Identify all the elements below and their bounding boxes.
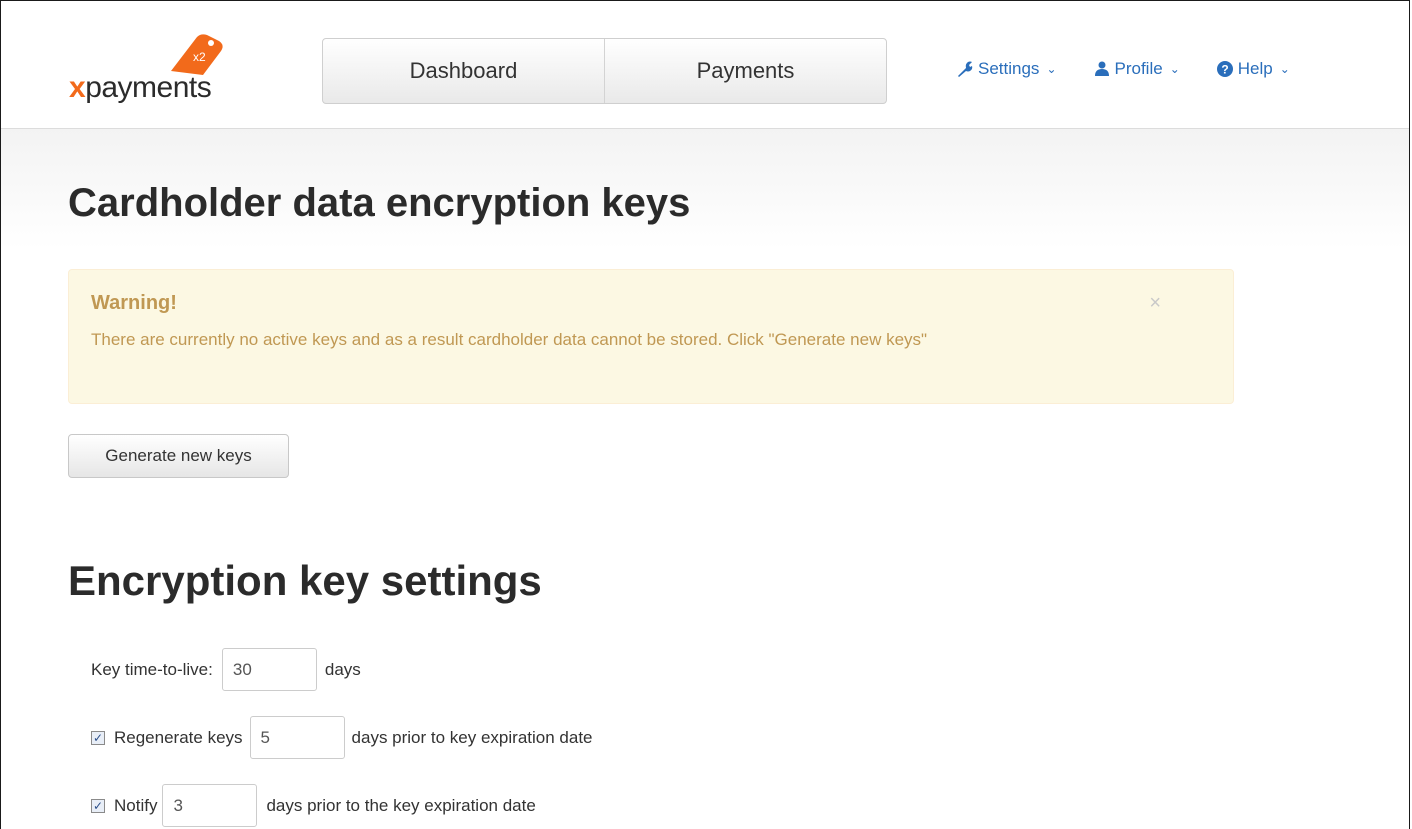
wrench-icon bbox=[958, 61, 973, 77]
logo-tag-text: x2 bbox=[193, 50, 206, 64]
regen-checkbox[interactable]: ✓ bbox=[91, 730, 105, 745]
chevron-down-icon: ⌄ bbox=[1169, 62, 1180, 76]
alert-message: There are currently no active keys and a… bbox=[91, 330, 928, 349]
profile-menu[interactable]: Profile ⌄ bbox=[1093, 59, 1180, 79]
top-header: x2 xpayments Dashboard Payments Settings… bbox=[1, 1, 1409, 129]
main-nav: Dashboard Payments bbox=[322, 38, 887, 104]
logo-x: x bbox=[69, 71, 86, 104]
regen-label: Regenerate keys bbox=[114, 727, 243, 747]
notify-row: ✓ Notify 3 days prior to the key expirat… bbox=[91, 784, 536, 827]
regen-row: ✓ Regenerate keys 5 days prior to key ex… bbox=[91, 716, 593, 759]
tab-payments[interactable]: Payments bbox=[604, 39, 886, 103]
generate-keys-button[interactable]: Generate new keys bbox=[68, 434, 289, 478]
ttl-input[interactable]: 30 bbox=[221, 648, 317, 691]
logo-text: xpayments bbox=[69, 71, 212, 105]
help-label: Help bbox=[1237, 59, 1273, 78]
xpayments-logo[interactable]: x2 xpayments bbox=[67, 31, 267, 111]
main-content: Cardholder data encryption keys Warning!… bbox=[1, 129, 1409, 829]
user-icon bbox=[1094, 61, 1109, 76]
settings-label: Settings bbox=[978, 59, 1040, 78]
alert-title: Warning! bbox=[91, 292, 177, 314]
warning-alert: Warning! There are currently no active k… bbox=[68, 269, 1234, 404]
ttl-unit: days bbox=[324, 659, 361, 679]
tab-dashboard[interactable]: Dashboard bbox=[323, 39, 604, 103]
chevron-down-icon: ⌄ bbox=[1279, 62, 1290, 76]
notify-checkbox[interactable]: ✓ bbox=[91, 798, 105, 813]
regen-suffix: days prior to key expiration date bbox=[351, 727, 593, 747]
notify-label: Notify bbox=[114, 795, 158, 815]
page-title: Cardholder data encryption keys bbox=[68, 181, 691, 225]
svg-text:?: ? bbox=[1221, 63, 1228, 77]
notify-days-input[interactable]: 3 bbox=[162, 784, 258, 827]
close-icon[interactable]: × bbox=[1149, 292, 1161, 315]
chevron-down-icon: ⌄ bbox=[1046, 62, 1057, 76]
ttl-label: Key time-to-live: bbox=[91, 659, 213, 679]
user-menu: Settings ⌄ Profile ⌄ ? Help ⌄ bbox=[956, 59, 1290, 79]
settings-menu[interactable]: Settings ⌄ bbox=[956, 59, 1057, 79]
regen-days-input[interactable]: 5 bbox=[249, 716, 345, 759]
question-icon: ? bbox=[1216, 61, 1233, 77]
settings-title: Encryption key settings bbox=[68, 557, 542, 604]
ttl-row: Key time-to-live: 30 days bbox=[91, 648, 361, 691]
logo-word: payments bbox=[85, 71, 212, 104]
profile-label: Profile bbox=[1114, 59, 1163, 78]
notify-suffix: days prior to the key expiration date bbox=[266, 795, 536, 815]
help-menu[interactable]: ? Help ⌄ bbox=[1216, 59, 1290, 79]
